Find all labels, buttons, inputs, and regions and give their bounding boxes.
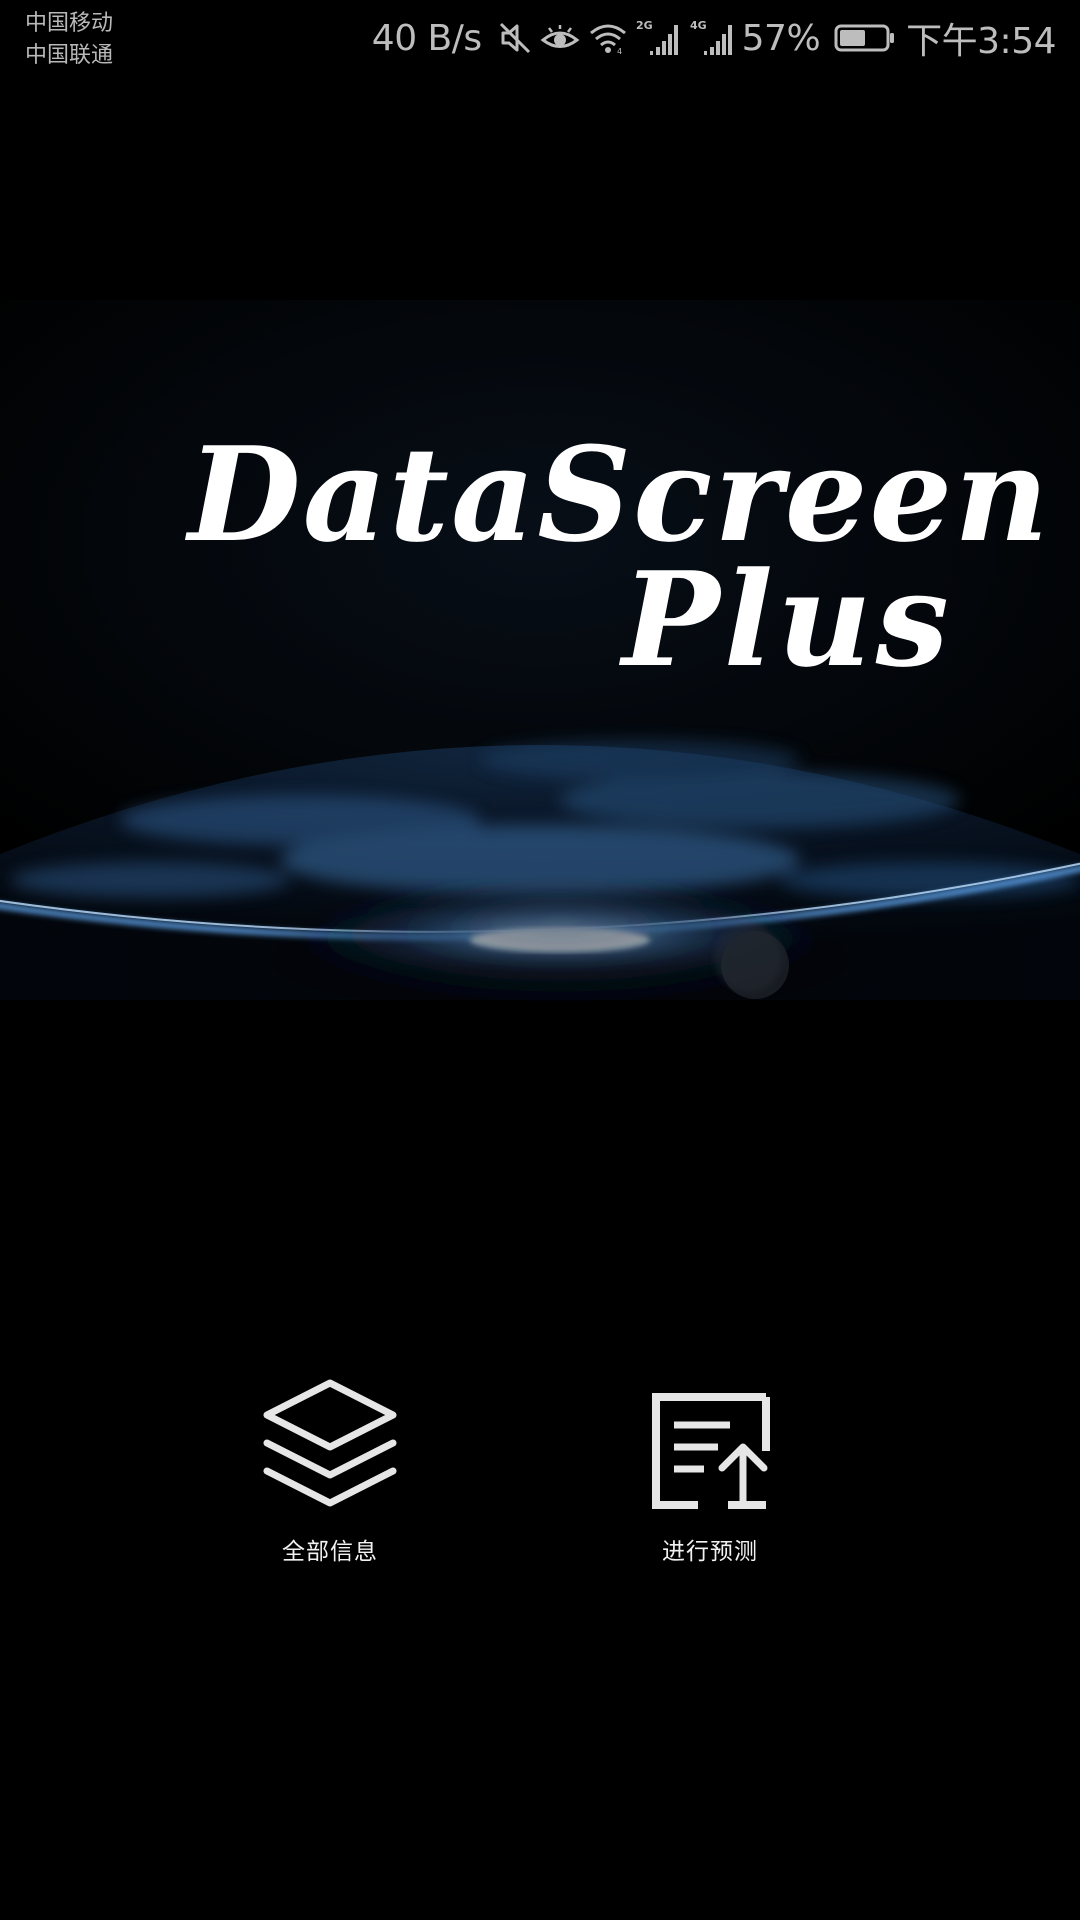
upload-document-icon [635, 1370, 785, 1520]
predict-button[interactable]: 进行预测 [590, 1370, 830, 1580]
all-info-button[interactable]: 全部信息 [210, 1370, 450, 1580]
predict-label: 进行预测 [662, 1539, 758, 1565]
splash-screen: 中国移动 中国联通 40 B/s 4 2G 4G 57% 下午3:54 Data… [0, 0, 1080, 1920]
logo-subtitle: Plus [622, 543, 953, 696]
all-info-label: 全部信息 [282, 1539, 378, 1565]
layers-icon [255, 1370, 405, 1520]
app-logo: DataScreen Plus [0, 0, 1080, 800]
